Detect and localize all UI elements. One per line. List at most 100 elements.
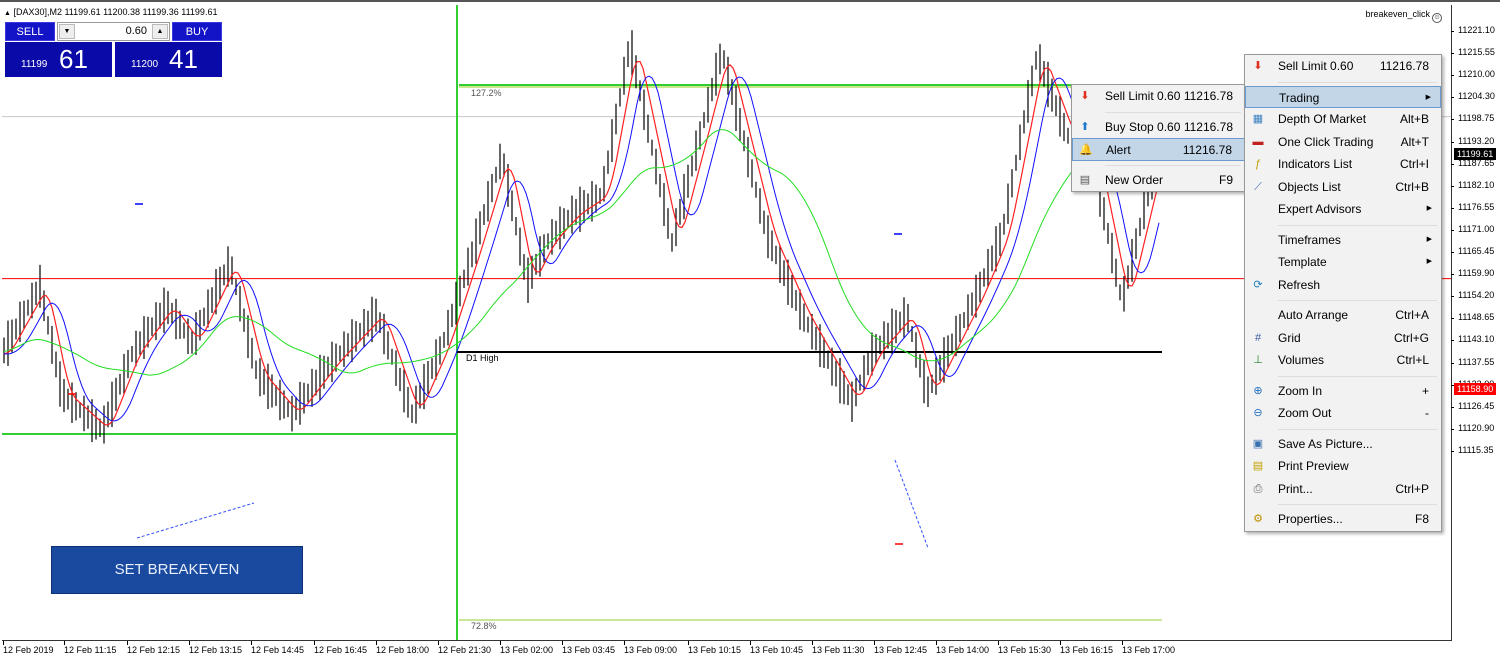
volumes-icon: ⊥ bbox=[1253, 354, 1263, 366]
menu-item-objects-list[interactable]: ⟋ Objects List Ctrl+B bbox=[1245, 176, 1441, 199]
menu-item-one-click-trading[interactable]: ▬ One Click Trading Alt+T bbox=[1245, 131, 1441, 154]
menu-separator bbox=[1245, 296, 1441, 304]
lot-decrease-icon[interactable]: ▼ bbox=[59, 24, 75, 39]
ma-slow-line bbox=[3, 129, 1160, 376]
price-tick: 11126.45 bbox=[1450, 401, 1494, 411]
lot-size-field[interactable]: ▼ 0.60 ▲ bbox=[57, 22, 170, 41]
menu-item-label: Properties... bbox=[1278, 512, 1343, 526]
menu-item-label: Objects List bbox=[1278, 179, 1341, 194]
time-tick: 13 Feb 16:15 bbox=[1060, 641, 1114, 655]
menu-item-label: Alert bbox=[1106, 143, 1131, 157]
time-tick: 13 Feb 15:30 bbox=[998, 641, 1052, 655]
menu-item-shortcut: Ctrl+I bbox=[1399, 157, 1429, 171]
buy-price-button[interactable]: 11200 41 bbox=[115, 42, 222, 77]
time-tick: 13 Feb 17:00 bbox=[1122, 641, 1176, 655]
menu-item-print[interactable]: ⎙ Print... Ctrl+P bbox=[1245, 478, 1441, 501]
menu-item-expert-advisors[interactable]: Expert Advisors ▶ bbox=[1245, 198, 1441, 221]
menu-item-auto-arrange[interactable]: Auto Arrange Ctrl+A bbox=[1245, 304, 1441, 327]
price-tick: 11215.55 bbox=[1451, 47, 1495, 57]
chart-context-menu: ⬇ Sell Limit 0.60 11216.78 Trading ▶ ▦ Depth O… bbox=[1244, 54, 1442, 532]
menu-separator bbox=[1245, 425, 1441, 433]
menu-item-sell-limit-0-60[interactable]: ⬇ Sell Limit 0.60 11216.78 bbox=[1245, 55, 1441, 78]
price-tick: 11182.10 bbox=[1450, 180, 1494, 190]
buy-button[interactable]: BUY bbox=[172, 22, 222, 41]
time-tick: 12 Feb 2019 bbox=[3, 641, 54, 655]
time-axis[interactable]: 12 Feb 2019 12 Feb 11:15 12 Feb 12:15 12 Fe… bbox=[0, 641, 1453, 661]
menu-item-depth-of-market[interactable]: ▦ Depth Of Market Alt+B bbox=[1245, 108, 1441, 131]
menu-item-print-preview[interactable]: ▤ Print Preview bbox=[1245, 455, 1441, 478]
d1-high-label: D1 High bbox=[466, 353, 499, 363]
lot-increase-icon[interactable]: ▲ bbox=[152, 24, 168, 39]
menu-item-alert[interactable]: 🔔 Alert 11216.78 bbox=[1072, 138, 1245, 161]
menu-item-label: Save As Picture... bbox=[1278, 436, 1373, 451]
fib-bottom-label: 72.8% bbox=[471, 621, 497, 631]
zoom-in-icon: ⊕ bbox=[1253, 384, 1263, 397]
time-tick: 13 Feb 10:15 bbox=[688, 641, 742, 655]
menu-item-timeframes[interactable]: Timeframes ▶ bbox=[1245, 229, 1441, 252]
price-tick: 11143.10 bbox=[1450, 334, 1494, 344]
submenu-arrow-icon: ▶ bbox=[1426, 258, 1432, 265]
menu-item-indicators-list[interactable]: ƒ Indicators List Ctrl+I bbox=[1245, 153, 1441, 176]
symbol-info: ▲ [DAX30],M2 11199.61 11200.38 11199.36 … bbox=[4, 7, 218, 17]
menu-item-grid[interactable]: # Grid Ctrl+G bbox=[1245, 327, 1441, 350]
submenu-arrow-icon: ▶ bbox=[1425, 93, 1431, 101]
ma-fast-line bbox=[3, 60, 1160, 426]
refresh-icon: ⟳ bbox=[1253, 278, 1263, 291]
price-tick: 11221.10 bbox=[1451, 25, 1495, 35]
menu-item-label: Refresh bbox=[1278, 277, 1321, 292]
menu-item-label: Print Preview bbox=[1278, 459, 1349, 473]
price-tick: 11148.65 bbox=[1450, 312, 1494, 322]
chart-window: ▲ [DAX30],M2 11199.61 11200.38 11199.36 … bbox=[0, 0, 1500, 659]
menu-item-label: Print... bbox=[1278, 481, 1313, 496]
menu-item-shortcut: F8 bbox=[1414, 512, 1429, 526]
menu-item-shortcut: 11216.78 bbox=[1379, 59, 1429, 73]
submenu-arrow-icon: ▶ bbox=[1426, 205, 1432, 212]
menu-separator bbox=[1245, 500, 1441, 508]
menu-item-new-order[interactable]: ▤ New Order F9 bbox=[1072, 169, 1245, 192]
menu-item-shortcut: - bbox=[1425, 406, 1429, 420]
menu-item-properties[interactable]: ⚙ Properties... F8 bbox=[1245, 508, 1441, 531]
menu-item-label: Grid bbox=[1278, 330, 1301, 345]
save-picture-icon: ▣ bbox=[1252, 437, 1264, 450]
set-breakeven-button[interactable]: SET BREAKEVEN bbox=[51, 546, 303, 594]
menu-item-zoom-in[interactable]: ⊕ Zoom In + bbox=[1245, 380, 1441, 403]
menu-item-zoom-out[interactable]: ⊖ Zoom Out - bbox=[1245, 402, 1441, 425]
time-tick: 13 Feb 10:45 bbox=[750, 641, 804, 655]
time-tick: 12 Feb 16:45 bbox=[314, 641, 368, 655]
menu-item-label: New Order bbox=[1105, 172, 1164, 187]
sell-price-button[interactable]: 11199 61 bbox=[5, 42, 112, 77]
depth-of-market-icon: ▦ bbox=[1252, 113, 1264, 125]
menu-item-label: Buy Stop 0.60 bbox=[1105, 119, 1181, 134]
price-axis[interactable]: 11221.10 11215.55 11210.00 11204.30 11198.75… bbox=[1450, 2, 1500, 642]
indicator-label: breakeven_click ☺ bbox=[1365, 9, 1442, 23]
menu-item-shortcut: 11216.78 bbox=[1182, 143, 1232, 157]
menu-item-shortcut: Alt+T bbox=[1400, 134, 1429, 149]
buy-stop-icon: ⬆ bbox=[1080, 120, 1090, 133]
indicators-list-icon: ƒ bbox=[1254, 158, 1262, 170]
menu-item-sell-limit-0-60[interactable]: ⬇ Sell Limit 0.60 11216.78 bbox=[1072, 85, 1245, 108]
menu-item-volumes[interactable]: ⊥ Volumes Ctrl+L bbox=[1245, 349, 1441, 372]
time-tick: 13 Feb 03:45 bbox=[562, 641, 616, 655]
collapse-triangle-icon[interactable]: ▲ bbox=[4, 10, 11, 17]
menu-item-shortcut: Ctrl+L bbox=[1396, 353, 1429, 367]
time-tick: 12 Feb 18:00 bbox=[376, 641, 430, 655]
sell-button[interactable]: SELL bbox=[5, 22, 55, 41]
menu-item-buy-stop-0-60[interactable]: ⬆ Buy Stop 0.60 11216.78 bbox=[1072, 116, 1245, 139]
submenu-arrow-icon: ▶ bbox=[1426, 235, 1432, 243]
menu-item-save-as-picture[interactable]: ▣ Save As Picture... bbox=[1245, 433, 1441, 456]
sell-limit-icon: ⬇ bbox=[1253, 60, 1263, 72]
lot-value[interactable]: 0.60 bbox=[126, 25, 147, 37]
zoom-out-icon: ⊖ bbox=[1253, 407, 1263, 419]
menu-item-label: Zoom In bbox=[1278, 383, 1323, 398]
menu-separator bbox=[1245, 221, 1441, 229]
time-tick: 13 Feb 11:30 bbox=[812, 641, 865, 655]
alert-icon: 🔔 bbox=[1079, 144, 1093, 156]
menu-item-label: Expert Advisors bbox=[1278, 202, 1362, 216]
menu-item-shortcut: Ctrl+G bbox=[1393, 330, 1429, 345]
menu-item-trading[interactable]: Trading ▶ bbox=[1245, 85, 1441, 108]
menu-item-refresh[interactable]: ⟳ Refresh bbox=[1245, 274, 1441, 297]
menu-item-template[interactable]: Template ▶ bbox=[1245, 251, 1441, 274]
menu-item-shortcut: Ctrl+A bbox=[1395, 308, 1429, 322]
fib-top-label: 127.2% bbox=[471, 88, 502, 98]
menu-separator bbox=[1072, 161, 1245, 169]
